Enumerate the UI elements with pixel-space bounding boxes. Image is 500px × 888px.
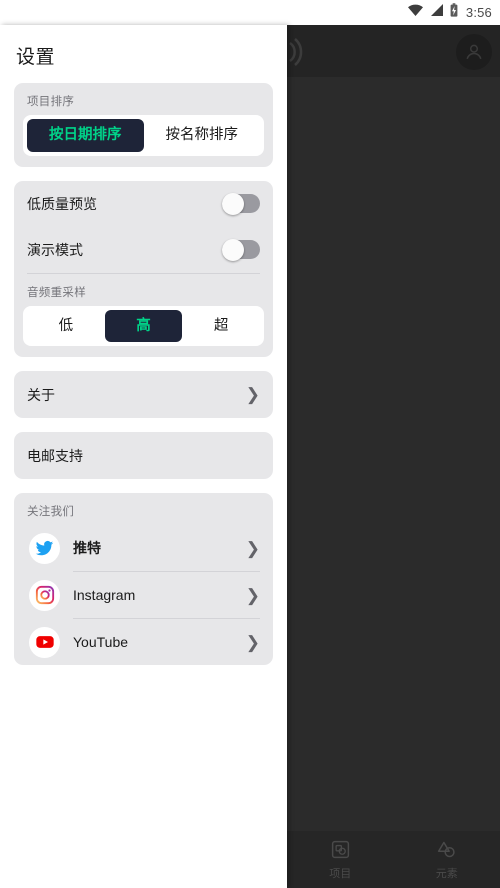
phone-screen: 项目 元素 3:56 设置 项目排序 按日期排序 按名称排序 低质量预览 演示模… <box>0 0 500 888</box>
twitter-label: 推特 <box>73 540 101 557</box>
row-youtube[interactable]: YouTube ❯ <box>14 619 273 665</box>
soundwave-logo-icon <box>288 36 318 68</box>
bottom-nav-label-elements: 元素 <box>435 868 458 880</box>
chevron-right-icon: ❯ <box>245 585 260 605</box>
elements-icon <box>436 839 457 865</box>
instagram-icon <box>29 579 60 611</box>
chevron-right-icon: ❯ <box>245 538 260 558</box>
segment-audio-high[interactable]: 高 <box>104 309 183 343</box>
account-avatar-icon[interactable] <box>456 34 492 70</box>
presentation-mode-toggle[interactable] <box>222 238 260 261</box>
presentation-mode-label: 演示模式 <box>27 241 83 258</box>
row-low-quality-preview[interactable]: 低质量预览 <box>14 181 273 227</box>
segment-sort-by-name[interactable]: 按名称排序 <box>144 119 261 152</box>
twitter-icon <box>29 532 60 564</box>
wifi-icon <box>407 3 424 22</box>
instagram-label: Instagram <box>73 587 136 604</box>
audio-resample-label: 音频重采样 <box>27 286 86 299</box>
page-title: 设置 <box>16 47 56 68</box>
about-label: 关于 <box>27 386 55 403</box>
bottom-nav-item-elements[interactable]: 元素 <box>394 839 500 880</box>
instagram-row-body: Instagram ❯ <box>73 572 260 618</box>
background-app-surface[interactable] <box>287 0 500 888</box>
row-about[interactable]: 关于 ❯ <box>14 371 273 418</box>
segment-audio-low[interactable]: 低 <box>27 310 105 343</box>
email-support-card[interactable]: 电邮支持 <box>14 432 273 480</box>
low-quality-preview-toggle[interactable] <box>222 192 260 215</box>
status-bar-clock: 3:56 <box>465 5 492 20</box>
youtube-label: YouTube <box>73 634 129 651</box>
toggle-knob <box>222 192 244 215</box>
row-email-support[interactable]: 电邮支持 <box>14 432 273 479</box>
row-instagram[interactable]: Instagram ❯ <box>14 572 273 618</box>
preferences-card: 低质量预览 演示模式 音频重采样 低 高 超 <box>14 180 273 358</box>
project-sort-label: 项目排序 <box>27 96 75 108</box>
battery-charging-icon <box>449 2 459 23</box>
twitter-row-body: 推特 ❯ <box>73 525 260 571</box>
bottom-navigation-bar[interactable]: 项目 元素 <box>287 831 500 888</box>
about-card[interactable]: 关于 ❯ <box>14 371 273 419</box>
row-twitter[interactable]: 推特 ❯ <box>14 525 273 571</box>
low-quality-preview-label: 低质量预览 <box>27 195 97 212</box>
follow-us-card: 关注我们 推特 ❯ Instagram ❯ YouTube ❯ <box>14 493 273 666</box>
segment-sort-by-date[interactable]: 按日期排序 <box>27 119 144 152</box>
email-support-label: 电邮支持 <box>27 447 83 464</box>
project-sort-card: 项目排序 按日期排序 按名称排序 <box>14 83 273 167</box>
status-bar: 3:56 <box>0 0 500 25</box>
bottom-nav-item-projects[interactable]: 项目 <box>287 839 394 880</box>
row-presentation-mode[interactable]: 演示模式 <box>14 227 273 273</box>
youtube-row-body: YouTube ❯ <box>73 619 260 665</box>
settings-drawer[interactable]: 设置 项目排序 按日期排序 按名称排序 低质量预览 演示模式 音频重采样 低 高… <box>0 25 287 888</box>
chevron-right-icon: ❯ <box>245 385 260 405</box>
toggle-knob <box>222 238 244 261</box>
audio-resample-segmented-control[interactable]: 低 高 超 <box>23 305 264 347</box>
youtube-icon <box>29 626 60 658</box>
status-bar-icons: 3:56 <box>407 0 492 25</box>
project-sort-segmented-control[interactable]: 按日期排序 按名称排序 <box>23 115 264 156</box>
chevron-right-icon: ❯ <box>245 632 260 652</box>
signal-icon <box>429 3 444 22</box>
segment-audio-ultra[interactable]: 超 <box>182 310 260 343</box>
follow-us-label: 关注我们 <box>27 506 75 519</box>
projects-icon <box>330 839 351 865</box>
bottom-nav-label-projects: 项目 <box>329 868 352 880</box>
